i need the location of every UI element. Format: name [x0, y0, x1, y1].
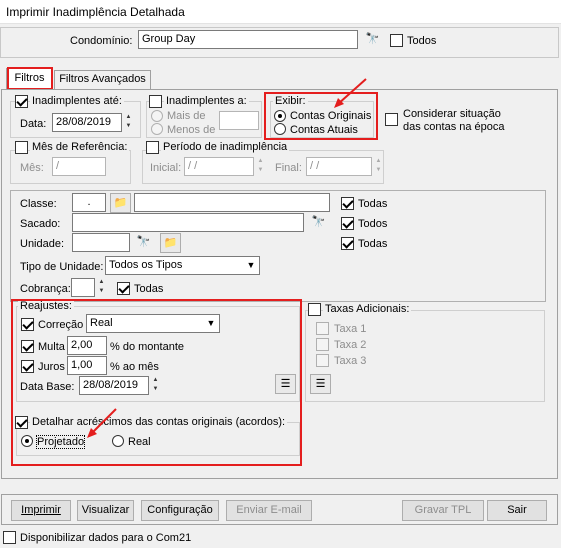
classe-todas-label: Todas — [358, 198, 388, 210]
unidade-todas-label: Todas — [358, 238, 388, 250]
sacado-field[interactable] — [72, 213, 304, 232]
sacado-todos-label: Todos — [358, 218, 388, 230]
taxas-checkbox[interactable] — [308, 303, 321, 316]
enviar-email-button[interactable]: Enviar E-mail — [226, 500, 312, 521]
unidade-label: Unidade: — [20, 238, 65, 250]
com21-label: Disponibilizar dados para o Com21 — [20, 532, 192, 544]
sacado-todos-checkbox[interactable] — [341, 217, 354, 230]
inad-ate-label: Inadimplentes até: — [30, 95, 124, 107]
taxa-1-label: Taxa 1 — [334, 323, 367, 335]
taxa-1-checkbox[interactable] — [316, 322, 329, 335]
condominio-label: Condomínio: — [70, 35, 133, 47]
title-bar: Imprimir Inadimplência Detalhada — [0, 0, 561, 24]
periodo-label: Período de inadimplência — [161, 141, 290, 153]
gravar-tpl-button[interactable]: Gravar TPL — [402, 500, 484, 521]
mais-de-label: Mais de — [167, 110, 206, 122]
final-spinner[interactable]: ▲ ▼ — [373, 157, 384, 176]
condominio-field[interactable]: Group Day — [138, 30, 358, 49]
cobranca-spinner[interactable]: ▲ ▼ — [96, 278, 107, 297]
settings-sheet-icon: ☰ — [315, 378, 326, 390]
folder-icon: 📁 — [113, 197, 128, 209]
condominio-todos-checkbox[interactable] — [390, 34, 403, 47]
taxa-3-checkbox[interactable] — [316, 354, 329, 367]
sair-button[interactable]: Sair — [487, 500, 547, 521]
mes-field[interactable]: / — [52, 157, 106, 176]
data-field[interactable]: 28/08/2019 — [52, 113, 122, 132]
taxa-3-label: Taxa 3 — [334, 355, 367, 367]
considerar-label-line1: Considerar situação — [403, 108, 501, 120]
classe-label: Classe: — [20, 198, 57, 210]
inicial-field[interactable]: / / — [184, 157, 254, 176]
folder-icon: 📁 — [163, 237, 178, 249]
taxa-2-checkbox[interactable] — [316, 338, 329, 351]
search-binoculars-button[interactable]: 🔭 — [362, 30, 383, 50]
classe-code-field[interactable]: . — [72, 193, 106, 212]
tab-filtros-avancados[interactable]: Filtros Avançados — [54, 70, 151, 89]
cobranca-label: Cobrança: — [20, 283, 71, 295]
inicial-spinner[interactable]: ▲ ▼ — [255, 157, 266, 176]
unidade-search-button[interactable]: 🔭 — [133, 233, 154, 253]
unidade-folder-button[interactable]: 📁 — [160, 233, 181, 253]
taxas-config-button[interactable]: ☰ — [310, 374, 331, 394]
considerar-label-line2: das contas na época — [403, 121, 505, 133]
unidade-field[interactable] — [72, 233, 130, 252]
inad-a-checkbox[interactable] — [149, 95, 162, 108]
cobranca-todas-label: Todas — [134, 283, 164, 295]
visualizar-button[interactable]: Visualizar — [77, 500, 134, 521]
mes-ref-checkbox[interactable] — [15, 141, 28, 154]
tipo-unidade-label: Tipo de Unidade: — [20, 261, 104, 273]
periodo-checkbox[interactable] — [146, 141, 159, 154]
inicial-label: Inicial: — [150, 162, 182, 174]
sacado-search-button[interactable]: 🔭 — [308, 213, 329, 233]
highlight-tab — [7, 67, 53, 90]
tipo-unidade-select[interactable]: Todos os Tipos — [105, 256, 260, 275]
mes-label: Mês: — [20, 162, 44, 174]
chevron-down-icon[interactable]: ▼ — [243, 257, 259, 274]
inad-a-days-field[interactable] — [219, 111, 259, 130]
cobranca-todas-checkbox[interactable] — [117, 282, 130, 295]
configuracao-button[interactable]: Configuração — [141, 500, 219, 521]
sacado-label: Sacado: — [20, 218, 61, 230]
cobranca-field[interactable] — [71, 278, 95, 297]
window-title: Imprimir Inadimplência Detalhada — [6, 5, 185, 19]
mes-ref-label: Mês de Referência: — [30, 141, 130, 153]
classe-folder-button[interactable]: 📁 — [110, 193, 131, 213]
arrow-annotation-exibir — [334, 78, 367, 108]
menos-de-radio[interactable] — [151, 123, 163, 135]
final-label: Final: — [275, 162, 302, 174]
highlight-reajustes — [11, 299, 302, 466]
inad-a-label: Inadimplentes a: — [164, 95, 249, 107]
com21-checkbox[interactable] — [3, 531, 16, 544]
tab-filtros-avancados-label: Filtros Avançados — [59, 73, 146, 85]
binoculars-icon: 🔭 — [365, 33, 380, 45]
unidade-todas-checkbox[interactable] — [341, 237, 354, 250]
classe-name-field[interactable] — [134, 193, 330, 212]
considerar-checkbox[interactable] — [385, 113, 398, 126]
data-spinner[interactable]: ▲ ▼ — [123, 113, 134, 132]
classe-todas-checkbox[interactable] — [341, 197, 354, 210]
taxas-label: Taxas Adicionais: — [323, 303, 412, 315]
data-label: Data: — [20, 118, 47, 130]
binoculars-icon: 🔭 — [136, 236, 151, 248]
inad-ate-checkbox[interactable] — [15, 95, 28, 108]
final-field[interactable]: / / — [306, 157, 372, 176]
condominio-todos-label: Todos — [407, 35, 437, 47]
binoculars-icon: 🔭 — [311, 216, 326, 228]
taxa-2-label: Taxa 2 — [334, 339, 367, 351]
mais-de-radio[interactable] — [151, 110, 163, 122]
imprimir-button[interactable]: Imprimir — [11, 500, 71, 521]
menos-de-label: Menos de — [167, 124, 216, 136]
